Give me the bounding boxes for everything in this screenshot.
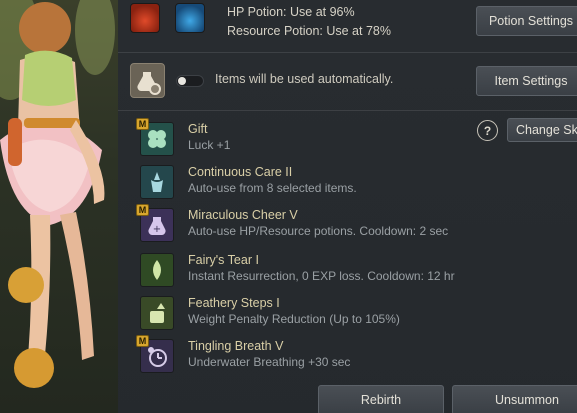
skill-name: Tingling Breath V [188, 339, 284, 353]
section-divider [118, 52, 577, 53]
skill-description: Underwater Breathing +30 sec [188, 355, 351, 369]
auto-use-toggle[interactable] [176, 75, 204, 87]
auto-use-text: Items will be used automatically. [215, 72, 394, 86]
fairy-character-art [0, 0, 118, 413]
skill-item-miraculous-cheer: + M Miraculous Cheer V Auto-use HP/Resou… [136, 204, 460, 242]
skill-name: Continuous Care II [188, 165, 293, 179]
skill-description: Auto-use HP/Resource potions. Cooldown: … [188, 224, 449, 238]
skill-description: Auto-use from 8 selected items. [188, 181, 357, 195]
rebirth-button[interactable]: Rebirth [318, 385, 444, 413]
skill-name: Miraculous Cheer V [188, 208, 298, 222]
skill-description: Luck +1 [188, 138, 231, 152]
svg-text:+: + [153, 224, 161, 235]
item-settings-button[interactable]: Item Settings [476, 66, 577, 96]
skill-item-fairys-tear: Fairy's Tear I Instant Resurrection, 0 E… [140, 251, 460, 287]
fairy-icon [140, 165, 174, 199]
item-settings-label: Item Settings [494, 74, 568, 88]
tear-icon [140, 253, 174, 287]
potion-settings-label: Potion Settings [488, 14, 574, 28]
skill-item-tingling-breath: M Tingling Breath V Underwater Breathing… [136, 335, 460, 373]
auto-potion-gear-icon [130, 63, 165, 98]
skill-item-gift: M Gift Luck +1 [136, 118, 460, 156]
resource-potion-setting: Resource Potion: Use at 78% [227, 24, 391, 38]
potion-settings-button[interactable]: Potion Settings [476, 6, 577, 36]
skill-description: Instant Resurrection, 0 EXP loss. Cooldo… [188, 269, 455, 283]
help-icon[interactable]: ? [477, 120, 498, 141]
skill-name: Gift [188, 122, 208, 136]
master-badge: M [136, 118, 149, 130]
resource-potion-icon [175, 3, 205, 33]
master-badge: M [136, 204, 149, 216]
section-divider [118, 110, 577, 111]
skill-name: Feathery Steps I [188, 296, 280, 310]
change-skill-button[interactable]: Change Sk [507, 118, 577, 142]
hp-potion-icon [130, 3, 160, 33]
skill-item-continuous-care: Continuous Care II Auto-use from 8 selec… [140, 163, 460, 199]
weight-icon [140, 296, 174, 330]
change-skill-label: Change Sk [516, 123, 577, 137]
toggle-knob [178, 77, 186, 85]
skill-item-feathery-steps: Feathery Steps I Weight Penalty Reductio… [140, 294, 460, 330]
hp-potion-setting: HP Potion: Use at 96% [227, 5, 355, 19]
master-badge: M [136, 335, 149, 347]
skill-name: Fairy's Tear I [188, 253, 259, 267]
unsummon-label: Unsummon [495, 393, 559, 407]
unsummon-button[interactable]: Unsummon [452, 385, 577, 413]
skill-description: Weight Penalty Reduction (Up to 105%) [188, 312, 400, 326]
rebirth-label: Rebirth [360, 393, 402, 407]
